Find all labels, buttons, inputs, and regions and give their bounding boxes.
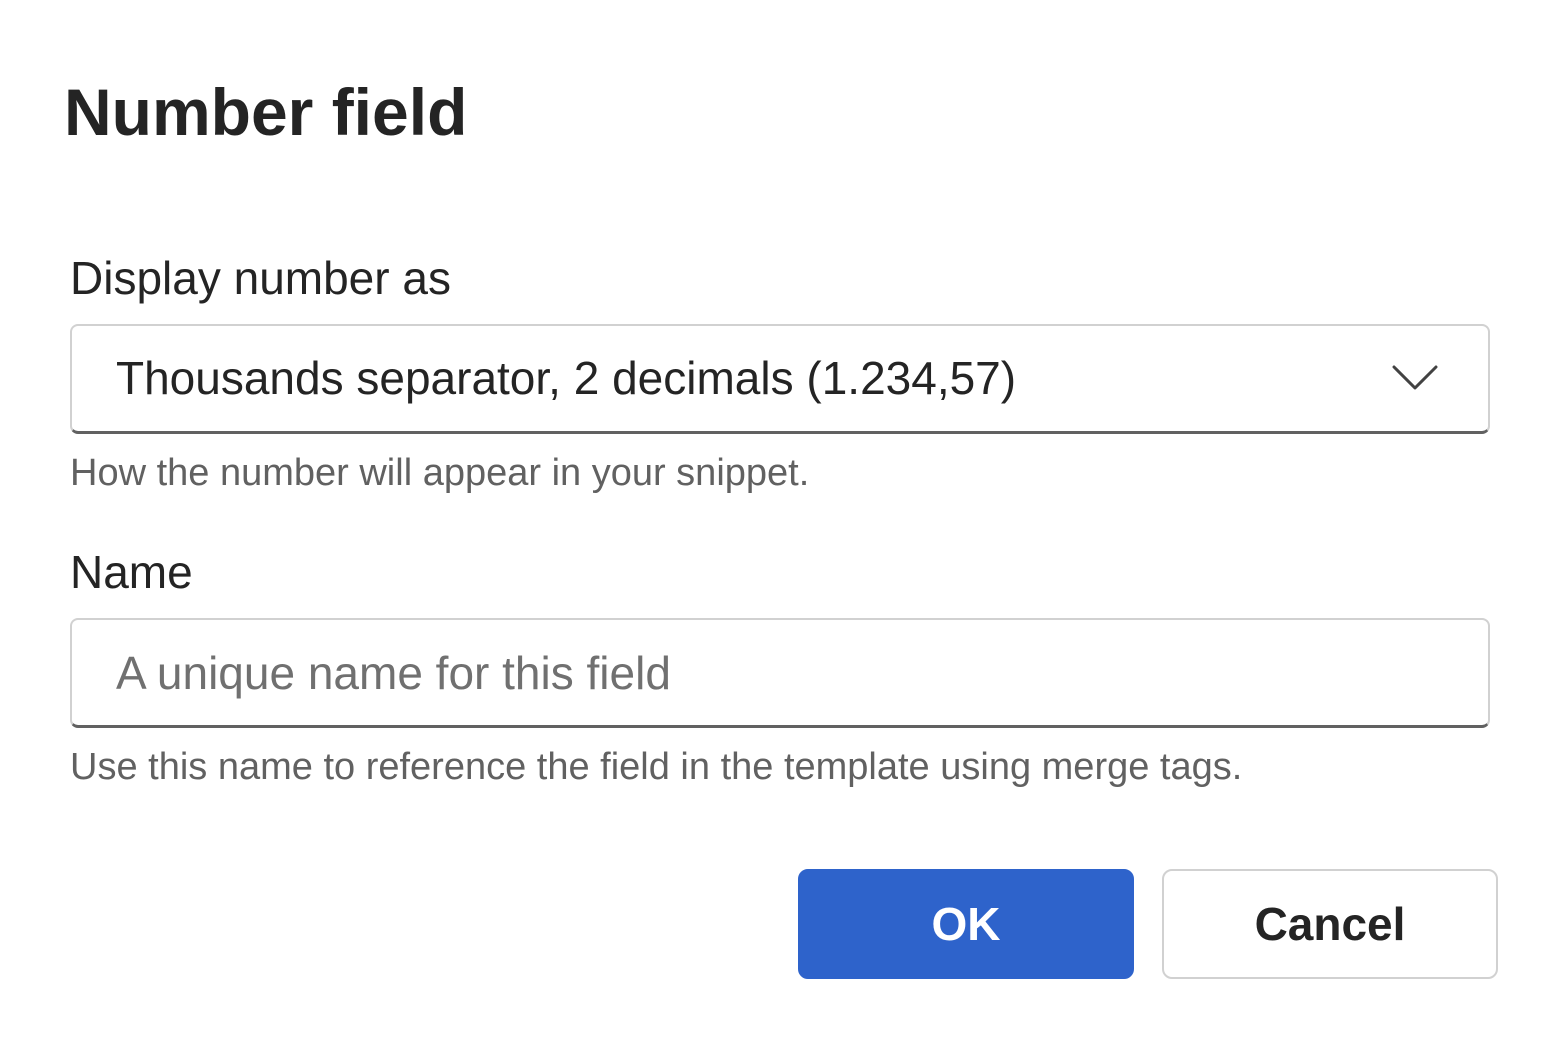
cancel-button[interactable]: Cancel: [1162, 869, 1498, 979]
name-hint: Use this name to reference the field in …: [70, 746, 1243, 788]
display-number-hint: How the number will appear in your snipp…: [70, 452, 810, 494]
dialog-title: Number field: [64, 75, 468, 149]
display-number-as-label: Display number as: [70, 252, 451, 304]
number-field-dialog: Number field Display number as Thousands…: [0, 0, 1563, 1047]
number-format-dropdown[interactable]: Thousands separator, 2 decimals (1.234,5…: [70, 324, 1490, 434]
name-input[interactable]: [72, 620, 1488, 725]
name-input-container: [70, 618, 1490, 728]
chevron-down-icon: [1392, 364, 1438, 392]
ok-button[interactable]: OK: [798, 869, 1134, 979]
name-label: Name: [70, 546, 193, 598]
number-format-selected-value: Thousands separator, 2 decimals (1.234,5…: [116, 352, 1017, 404]
